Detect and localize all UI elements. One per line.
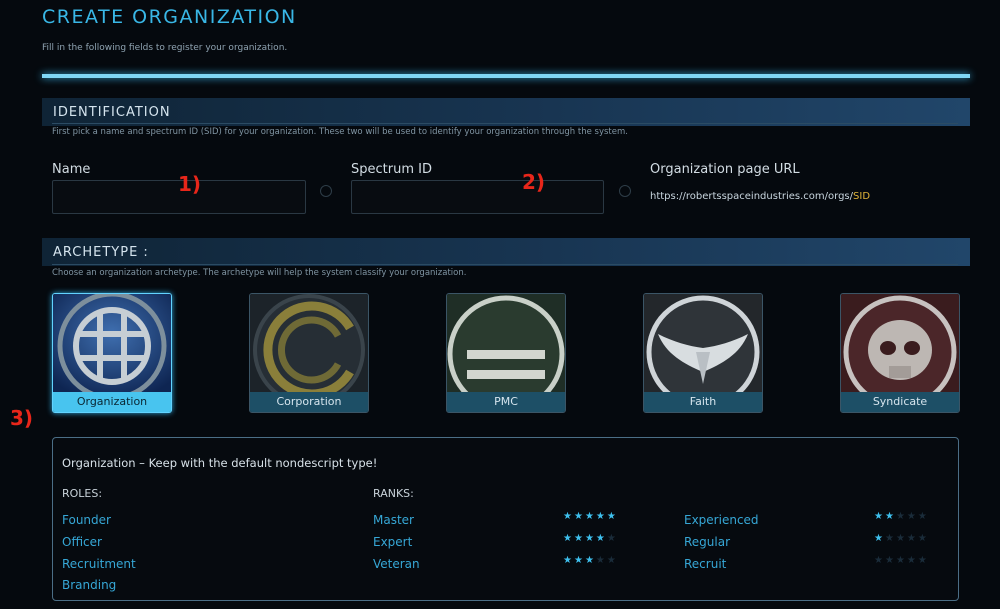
archetype-info-title: Organization – Keep with the default non… [62,456,378,470]
role-item: Branding [62,578,117,592]
star-filled-icon: ★ [595,511,607,522]
archetype-heading: ARCHETYPE : [53,245,149,260]
archetype-tile-faith[interactable]: Faith [643,293,763,413]
tile-label: Faith [644,392,762,412]
identification-rule [52,123,958,124]
star-filled-icon: ★ [563,555,574,566]
star-empty-icon: ★ [595,555,607,566]
archetype-tile-organization[interactable]: Organization [52,293,172,413]
star-filled-icon: ★ [584,511,596,522]
star-filled-icon: ★ [573,511,585,522]
rank-stars: ★★★★★ [874,555,929,566]
url-prefix: https://robertsspaceindustries.com/orgs/ [650,191,854,202]
star-empty-icon: ★ [917,511,929,522]
archetype-tile-corporation[interactable]: Corporation [249,293,369,413]
identification-description: First pick a name and spectrum ID (SID) … [52,127,628,137]
star-empty-icon: ★ [606,533,618,544]
archetype-header: ARCHETYPE : [42,238,970,266]
rank-item: Regular [684,535,731,549]
star-filled-icon: ★ [874,511,885,522]
star-empty-icon: ★ [884,533,896,544]
star-empty-icon: ★ [906,555,918,566]
archetype-description: Choose an organization archetype. The ar… [52,268,467,278]
star-empty-icon: ★ [884,555,896,566]
rank-item: Veteran [373,557,420,571]
star-empty-icon: ★ [906,533,918,544]
star-filled-icon: ★ [595,533,607,544]
star-empty-icon: ★ [917,555,929,566]
annotation-3: 3) [10,406,34,430]
rank-stars: ★★★★★ [563,511,618,522]
rank-item: Experienced [684,513,759,527]
tile-label: Syndicate [841,392,959,412]
star-empty-icon: ★ [906,511,918,522]
roles-heading: ROLES: [62,487,103,500]
header-divider [42,74,970,78]
archetype-tile-syndicate[interactable]: Syndicate [840,293,960,413]
spectrum-id-check-icon [619,185,631,197]
url-label: Organization page URL [650,162,800,177]
star-filled-icon: ★ [584,555,596,566]
globe-emblem-icon [53,294,171,392]
rank-item: Expert [373,535,413,549]
star-empty-icon: ★ [895,555,907,566]
rank-item: Master [373,513,414,527]
star-empty-icon: ★ [895,511,907,522]
tile-label: Organization [53,392,171,412]
star-empty-icon: ★ [874,555,885,566]
ranks-heading: RANKS: [373,487,414,500]
star-empty-icon: ★ [895,533,907,544]
star-filled-icon: ★ [884,511,896,522]
rank-stars: ★★★★★ [874,511,929,522]
identification-heading: IDENTIFICATION [53,105,171,120]
rank-stars: ★★★★★ [563,555,618,566]
role-item: Founder [62,513,111,527]
archetype-tile-pmc[interactable]: PMC [446,293,566,413]
star-filled-icon: ★ [584,533,596,544]
wings-emblem-icon [644,294,762,392]
crescent-emblem-icon [250,294,368,392]
name-label: Name [52,162,91,177]
page-title: CREATE ORGANIZATION [42,6,297,28]
archetype-rule [52,264,958,265]
tile-label: PMC [447,392,565,412]
page-subtitle: Fill in the following fields to register… [42,43,288,53]
rank-item: Recruit [684,557,727,571]
star-filled-icon: ★ [563,533,574,544]
star-filled-icon: ★ [573,533,585,544]
star-empty-icon: ★ [606,555,618,566]
star-filled-icon: ★ [606,511,618,522]
name-check-icon [320,185,332,197]
skull-emblem-icon [841,294,959,392]
tile-label: Corporation [250,392,368,412]
identification-header: IDENTIFICATION [42,98,970,126]
star-filled-icon: ★ [573,555,585,566]
bars-emblem-icon [447,294,565,392]
star-filled-icon: ★ [563,511,574,522]
role-item: Officer [62,535,102,549]
spectrum-id-input[interactable] [351,180,604,214]
url-sid: SID [853,191,871,202]
org-page-url: https://robertsspaceindustries.com/orgs/… [650,191,870,202]
rank-stars: ★★★★★ [563,533,618,544]
role-item: Recruitment [62,557,136,571]
annotation-1: 1) [178,172,202,196]
star-empty-icon: ★ [917,533,929,544]
annotation-2: 2) [522,170,546,194]
star-filled-icon: ★ [874,533,885,544]
rank-stars: ★★★★★ [874,533,929,544]
spectrum-id-label: Spectrum ID [351,162,432,177]
